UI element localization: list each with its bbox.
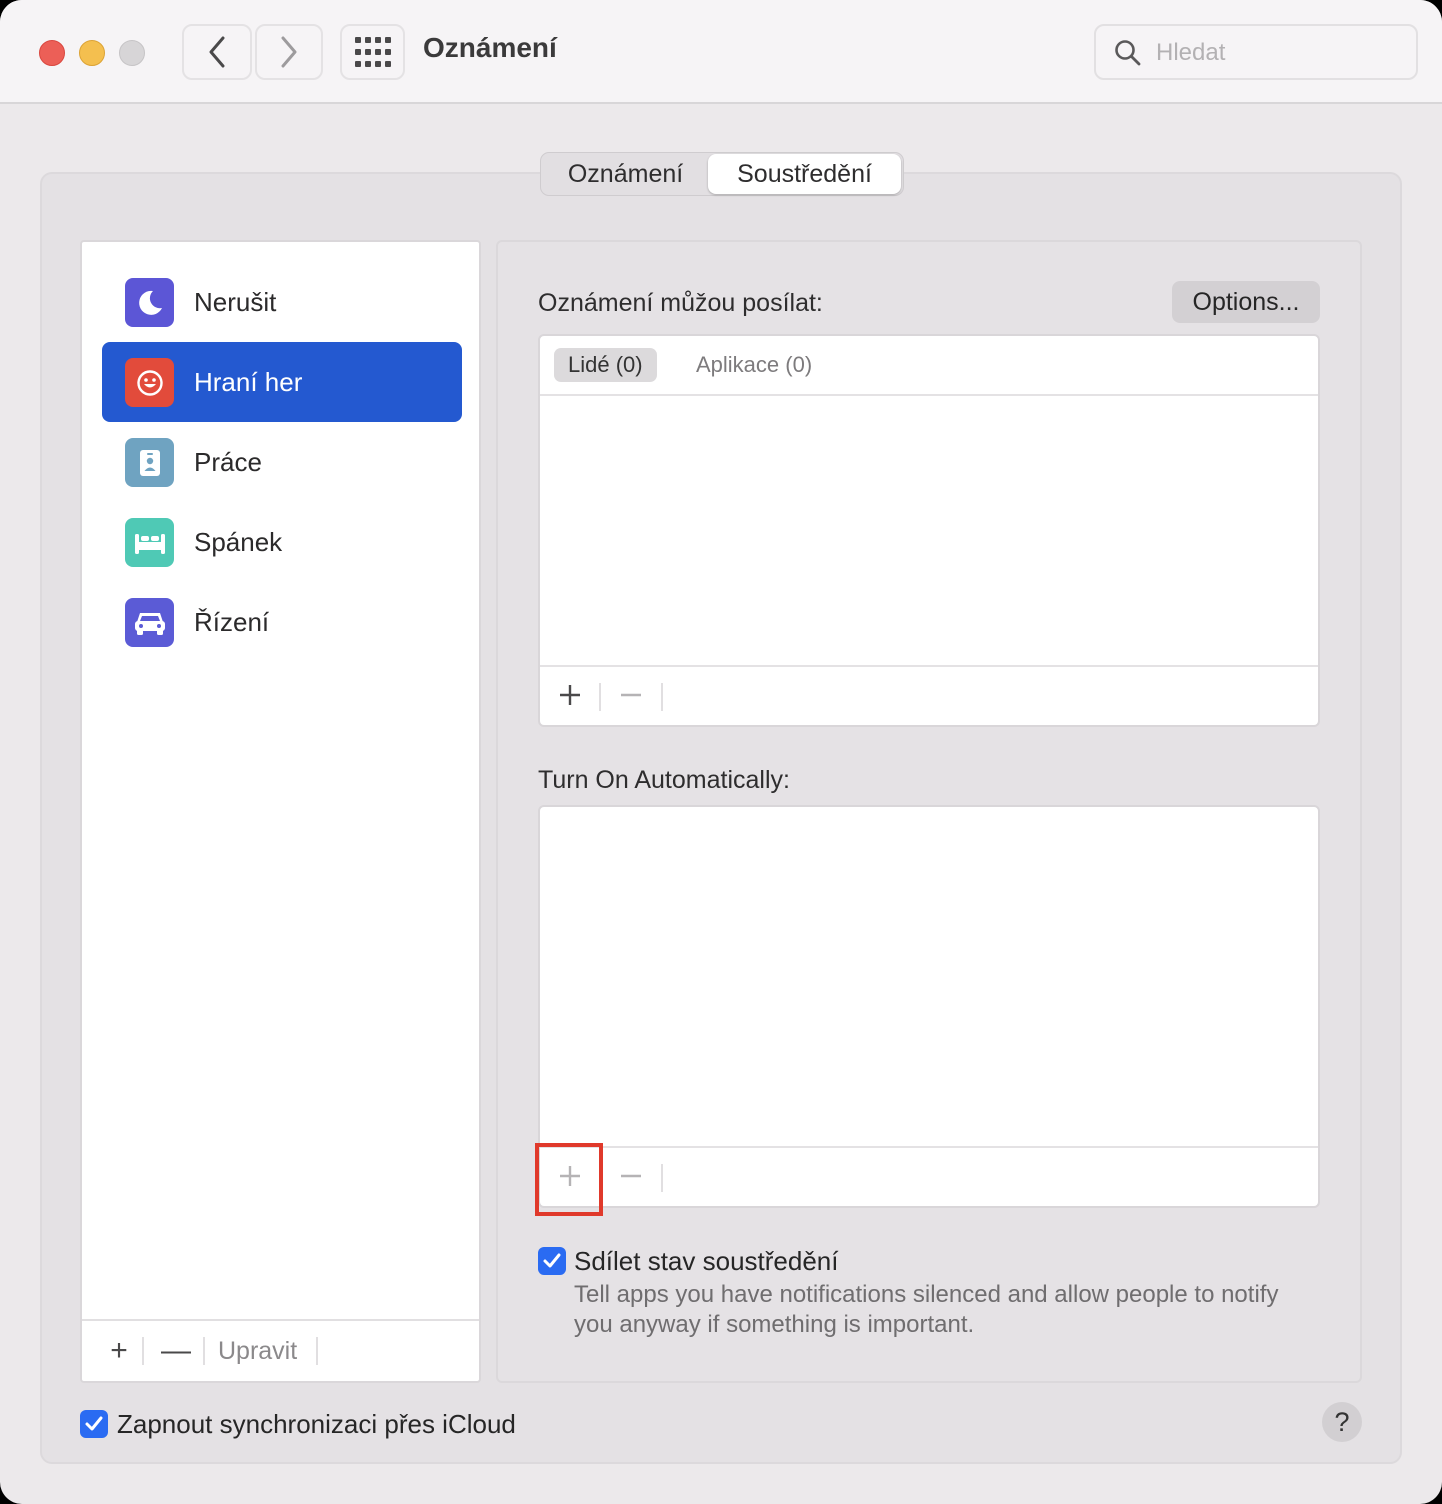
checkmark-icon <box>85 1416 103 1431</box>
tab-segmented-control: Oznámení Soustředění <box>540 152 904 196</box>
window-title: Oznámení <box>423 32 557 63</box>
divider <box>599 683 601 711</box>
sidebar-item-spanek[interactable]: Spánek <box>102 502 462 582</box>
checkmark-icon <box>543 1253 561 1268</box>
tab-people[interactable]: Lidé (0) <box>554 348 657 382</box>
automation-list-box <box>538 805 1320 1208</box>
automation-list-toolbar <box>540 1146 1318 1206</box>
minus-icon <box>621 1174 641 1178</box>
forward-button[interactable] <box>255 24 323 80</box>
allowed-notifications-label: Oznámení můžou posílat: <box>538 289 823 317</box>
moon-icon <box>125 278 174 327</box>
sidebar-item-hrani-her[interactable]: Hraní her <box>102 342 462 422</box>
remove-automation-button[interactable] <box>604 1146 658 1206</box>
icloud-sync-checkbox[interactable] <box>80 1410 108 1438</box>
sidebar-item-label: Spánek <box>194 526 283 557</box>
share-focus-status-checkbox[interactable] <box>538 1247 566 1275</box>
minimize-window-button[interactable] <box>79 40 105 66</box>
chevron-right-icon <box>281 36 297 68</box>
smiley-icon <box>125 358 174 407</box>
search-input[interactable] <box>1156 36 1406 70</box>
divider <box>142 1337 144 1365</box>
sidebar-item-label: Práce <box>194 446 262 477</box>
sidebar-item-label: Řízení <box>194 606 270 637</box>
plus-icon <box>560 685 580 705</box>
id-badge-icon <box>125 438 174 487</box>
share-focus-status-label: Sdílet stav soustředění <box>574 1246 839 1276</box>
grid-icon <box>354 37 391 67</box>
close-window-button[interactable] <box>39 40 65 66</box>
divider <box>203 1337 205 1365</box>
add-allowed-button[interactable] <box>544 665 596 725</box>
icloud-sync-label: Zapnout synchronizaci přes iCloud <box>117 1409 516 1439</box>
highlight-annotation-frame <box>535 1143 603 1216</box>
help-button[interactable]: ? <box>1322 1402 1362 1442</box>
back-button[interactable] <box>182 24 252 80</box>
sidebar-toolbar: + — Upravit <box>82 1319 479 1381</box>
sidebar-item-rizeni[interactable]: Řízení <box>102 582 462 662</box>
divider <box>316 1337 318 1365</box>
divider <box>661 1164 663 1192</box>
preferences-window: Oznámení Oznámení Soustředění Nerušit <box>0 0 1442 1504</box>
divider <box>661 683 663 711</box>
edit-button[interactable]: Upravit <box>218 1337 297 1366</box>
remove-allowed-button[interactable] <box>604 665 658 725</box>
zoom-window-button[interactable] <box>119 40 145 66</box>
title-bar: Oznámení <box>0 0 1442 104</box>
turn-on-automatically-label: Turn On Automatically: <box>538 766 790 794</box>
sidebar-item-label: Hraní her <box>194 366 303 397</box>
tab-focus[interactable]: Soustředění <box>708 154 901 194</box>
minus-icon <box>621 693 641 697</box>
tab-apps[interactable]: Aplikace (0) <box>682 348 826 382</box>
remove-focus-button[interactable]: — <box>148 1321 204 1381</box>
sidebar-item-nerusit[interactable]: Nerušit <box>102 262 462 342</box>
chevron-left-icon <box>209 36 225 68</box>
allowed-list-box: Lidé (0) Aplikace (0) <box>538 334 1320 727</box>
add-focus-button[interactable]: + <box>94 1321 144 1381</box>
sidebar-item-prace[interactable]: Práce <box>102 422 462 502</box>
search-icon <box>1115 40 1141 66</box>
share-focus-status-description: Tell apps you have notifications silence… <box>574 1281 1279 1338</box>
show-all-button[interactable] <box>340 24 405 80</box>
car-icon <box>125 598 174 647</box>
search-field[interactable] <box>1094 24 1418 80</box>
options-button[interactable]: Options... <box>1172 281 1320 323</box>
allowed-tabs: Lidé (0) Aplikace (0) <box>540 336 1318 396</box>
sidebar-item-label: Nerušit <box>194 286 277 317</box>
tab-notifications[interactable]: Oznámení <box>543 154 708 194</box>
bed-icon <box>125 518 174 567</box>
focus-mode-list: Nerušit Hraní her Práce Spánek Řízení + … <box>80 240 481 1383</box>
allowed-list-toolbar <box>540 665 1318 725</box>
